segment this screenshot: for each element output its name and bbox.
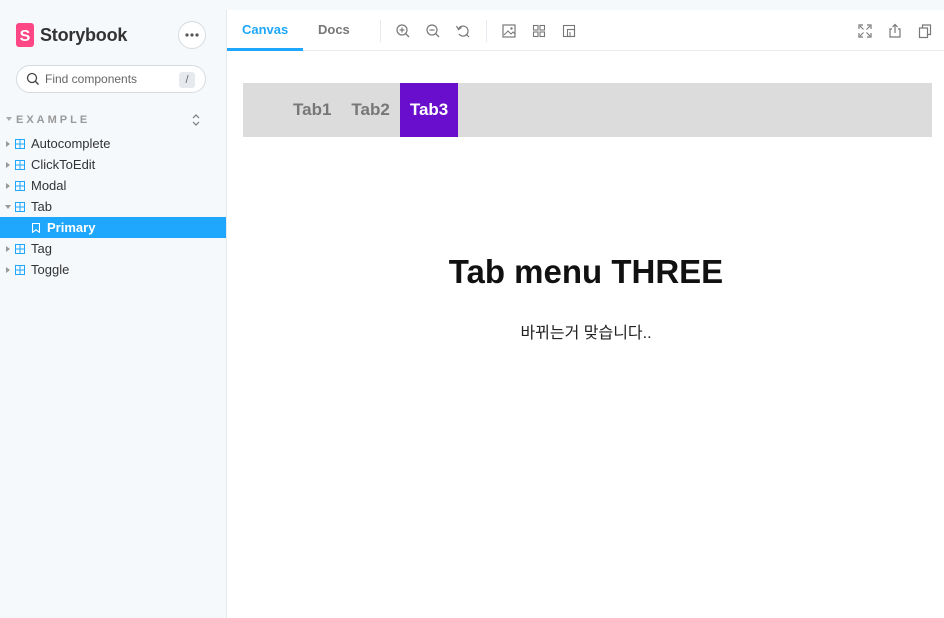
preview-canvas: Tab1 Tab2 Tab3 Tab menu THREE 바뀌는거 맞습니다.… (227, 51, 944, 618)
expand-collapse-icon[interactable] (190, 113, 202, 127)
app-name: Storybook (40, 24, 128, 45)
zoom-reset-icon[interactable] (455, 23, 471, 39)
demo-content-description: 바뀌는거 맞습니다.. (520, 325, 652, 342)
zoom-in-icon[interactable] (395, 23, 411, 39)
caret-right-icon (6, 162, 10, 168)
tree-item-label: Tab (31, 199, 52, 214)
tree-item-tab[interactable]: Tab (0, 196, 226, 217)
tree-item-label: Toggle (31, 262, 70, 277)
search-shortcut: / (179, 72, 195, 88)
component-tree: Autocomplete ClickToEdit Modal Tab Prima… (0, 133, 226, 280)
zoom-out-icon[interactable] (425, 23, 441, 39)
component-icon (15, 139, 25, 149)
tree-item-primary-story[interactable]: Primary (0, 217, 226, 238)
tab-docs[interactable]: Docs (303, 10, 365, 51)
toolbar-divider (486, 20, 487, 42)
demo-tab-2[interactable]: Tab2 (341, 83, 399, 137)
demo-tab-3[interactable]: Tab3 (399, 83, 459, 137)
search-box[interactable]: / (16, 65, 206, 93)
bookmark-icon (32, 223, 40, 233)
sidebar: S Storybook / EXAMPLE Autocomplete (0, 0, 226, 618)
caret-right-icon (6, 183, 10, 189)
background-icon[interactable] (501, 23, 517, 39)
menu-button[interactable] (178, 21, 206, 49)
ellipsis-icon (185, 33, 199, 37)
tree-item-modal[interactable]: Modal (0, 175, 226, 196)
tree-item-label: Primary (47, 220, 96, 235)
caret-right-icon (6, 141, 10, 147)
tree-item-label: ClickToEdit (31, 157, 96, 172)
tree-item-label: Tag (31, 241, 52, 256)
toolbar: Canvas Docs (227, 10, 944, 51)
section-header[interactable]: EXAMPLE (0, 112, 226, 128)
section-title: EXAMPLE (16, 114, 91, 126)
caret-down-icon (5, 205, 11, 209)
component-icon (15, 265, 25, 275)
toolbar-divider (380, 20, 381, 42)
caret-down-icon (6, 117, 12, 121)
tree-item-label: Modal (31, 178, 67, 193)
tree-item-tag[interactable]: Tag (0, 238, 226, 259)
svg-text:S: S (20, 28, 31, 43)
component-icon (15, 202, 25, 212)
grid-icon[interactable] (531, 23, 547, 39)
share-icon[interactable] (887, 23, 903, 39)
storybook-brand[interactable]: S Storybook (16, 23, 127, 47)
component-icon (15, 160, 25, 170)
tree-item-clicktoedit[interactable]: ClickToEdit (0, 154, 226, 175)
main-panel: Canvas Docs Tab1 Tab2 Tab3 Tab menu THRE… (226, 10, 944, 618)
search-icon (26, 72, 39, 85)
component-icon (15, 181, 25, 191)
tree-item-toggle[interactable]: Toggle (0, 259, 226, 280)
demo-content-title: Tab menu THREE (448, 253, 724, 290)
outline-icon[interactable] (561, 23, 577, 39)
component-icon (15, 244, 25, 254)
fullscreen-icon[interactable] (857, 23, 873, 39)
search-input[interactable] (45, 70, 185, 88)
caret-right-icon (6, 267, 10, 273)
tab-canvas[interactable]: Canvas (227, 10, 304, 51)
tree-item-label: Autocomplete (31, 136, 111, 151)
tree-item-autocomplete[interactable]: Autocomplete (0, 133, 226, 154)
demo-tab-1[interactable]: Tab1 (283, 83, 341, 137)
storybook-logo-icon: S (16, 23, 34, 47)
caret-right-icon (6, 246, 10, 252)
copy-icon[interactable] (917, 23, 933, 39)
demo-tab-bar: Tab1 Tab2 Tab3 (243, 83, 932, 137)
